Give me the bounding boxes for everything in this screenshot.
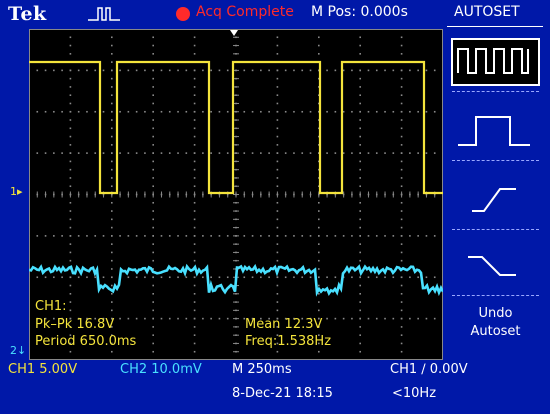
undo-autoset-button[interactable]: Undo Autoset bbox=[448, 305, 543, 341]
menu-separator bbox=[452, 91, 539, 92]
trigger-position-icon bbox=[230, 30, 238, 36]
autoset-option-rising-edge[interactable] bbox=[448, 169, 543, 225]
ch1-scale[interactable]: CH1 5.00V bbox=[8, 362, 77, 377]
ch1-marker-label: 1 bbox=[10, 185, 17, 198]
acquisition-status-icon bbox=[176, 7, 190, 21]
measurement-channel: CH1: bbox=[35, 299, 67, 314]
trigger-setting[interactable]: CH1 ∕ 0.00V bbox=[390, 362, 468, 377]
ch2-waveform bbox=[29, 263, 443, 297]
trigger-status-icon bbox=[88, 7, 120, 21]
autoset-option-single-cycle[interactable] bbox=[448, 105, 543, 157]
rising-edge-icon bbox=[472, 188, 516, 212]
autoset-option-multi-cycle[interactable] bbox=[448, 35, 543, 87]
autoset-option-falling-edge[interactable] bbox=[448, 235, 543, 291]
menu-title-divider bbox=[447, 26, 543, 27]
falling-edge-icon bbox=[468, 256, 516, 276]
ch2-marker-label: 2 bbox=[10, 344, 17, 357]
timebase[interactable]: M 250ms bbox=[232, 362, 292, 377]
graticule-grid bbox=[29, 29, 443, 360]
waveform-display[interactable]: CH1: Pk–Pk 16.8V Period 650.0ms Mean 12.… bbox=[29, 29, 443, 360]
undo-label: Undo bbox=[478, 306, 513, 321]
autoset-side-menu: Undo Autoset bbox=[448, 29, 543, 360]
top-bar: Tek Acq Complete M Pos: 0.000s AUTOSET bbox=[0, 0, 550, 28]
date-time: 8-Dec-21 18:15 bbox=[232, 386, 333, 401]
autoset-menu-title: AUTOSET bbox=[454, 4, 520, 20]
measurement-pk-pk: Pk–Pk 16.8V bbox=[35, 317, 115, 332]
measurement-freq: Freq:1.538Hz bbox=[245, 334, 332, 349]
measurement-mean: Mean 12.3V bbox=[245, 317, 323, 332]
acquisition-status: Acq Complete bbox=[196, 4, 294, 20]
measurement-period: Period 650.0ms bbox=[35, 334, 137, 349]
ch2-scale[interactable]: CH2 10.0mV bbox=[120, 362, 202, 377]
single-cycle-pulse-icon bbox=[458, 116, 530, 146]
menu-separator bbox=[452, 229, 539, 230]
menu-separator bbox=[452, 160, 539, 161]
multi-cycle-square-wave-icon bbox=[457, 48, 529, 74]
graticule bbox=[29, 29, 443, 360]
brand-logo: Tek bbox=[8, 3, 47, 25]
status-bar: CH1 5.00V CH2 10.0mV M 250ms CH1 ∕ 0.00V… bbox=[0, 362, 550, 414]
trigger-frequency: <10Hz bbox=[392, 386, 437, 401]
autoset-label: Autoset bbox=[470, 324, 521, 339]
ch1-ground-marker[interactable]: 1▸ bbox=[10, 185, 23, 198]
menu-separator bbox=[452, 295, 539, 296]
ch2-ground-marker[interactable]: 2↓ bbox=[10, 344, 26, 357]
horizontal-position: M Pos: 0.000s bbox=[311, 4, 408, 20]
